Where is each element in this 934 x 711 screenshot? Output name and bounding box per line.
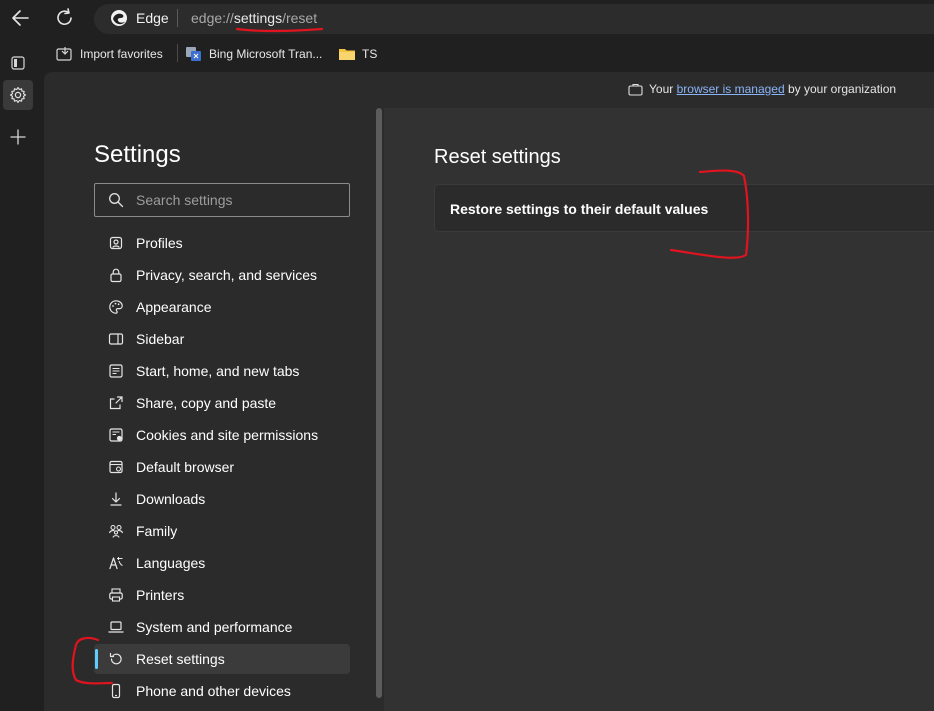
cookies-icon [94, 420, 136, 450]
browser-managed-link[interactable]: browser is managed [677, 82, 785, 96]
sidebar-item-reset-settings[interactable]: Reset settings [94, 644, 350, 674]
sidebar-item-appearance[interactable]: Appearance [94, 292, 350, 322]
lock-icon [94, 260, 136, 290]
briefcase-icon [628, 83, 643, 96]
sidebar-item-cookies-and-site-permissions[interactable]: Cookies and site permissions [94, 420, 350, 450]
back-arrow-icon [12, 10, 29, 26]
new-tab-button[interactable] [3, 122, 33, 152]
refresh-button[interactable] [50, 4, 80, 32]
settings-title: Settings [94, 141, 181, 168]
managed-suffix: by your organization [788, 82, 897, 96]
sidebar-item-label: Printers [136, 587, 185, 603]
laptop-icon [94, 612, 136, 642]
settings-tab[interactable] [3, 80, 33, 110]
sidebar-icon [94, 324, 136, 354]
sidebar-item-label: Share, copy and paste [136, 395, 277, 411]
url-text[interactable]: edge://settings/reset [191, 10, 317, 26]
managed-prefix: Your [649, 82, 674, 96]
back-button[interactable] [6, 4, 36, 32]
page-title: Reset settings [434, 146, 561, 168]
sidebar-item-label: Profiles [136, 235, 183, 251]
reset-icon [94, 644, 136, 674]
sidebar-item-label: Reset settings [136, 651, 225, 667]
folder-icon [339, 49, 355, 60]
tab-actions-button[interactable] [3, 48, 33, 78]
sidebar-item-label: Family [136, 523, 178, 539]
sidebar-item-start-home-and-new-tabs[interactable]: Start, home, and new tabs [94, 356, 350, 386]
vertical-tab-strip [0, 38, 44, 711]
search-input[interactable] [134, 186, 343, 214]
browser-name: Edge [136, 10, 169, 26]
active-indicator [95, 649, 98, 669]
sidebar-item-label: Appearance [136, 299, 212, 315]
sidebar-item-default-browser[interactable]: Default browser [94, 452, 350, 482]
sidebar-item-label: Cookies and site permissions [136, 427, 319, 443]
sidebar-item-label: Sidebar [136, 331, 185, 347]
address-separator [177, 9, 178, 27]
favorite-label: Bing Microsoft Tran... [209, 47, 323, 61]
plus-icon [10, 129, 26, 145]
url-prefix: edge:// [191, 10, 234, 26]
sidebar-item-sidebar[interactable]: Sidebar [94, 324, 350, 354]
edge-logo-icon [110, 9, 128, 27]
tab-actions-icon [11, 56, 25, 70]
favorite-bing-translator[interactable]: Bing Microsoft Tran... [185, 44, 322, 64]
sidebar-item-downloads[interactable]: Downloads [94, 484, 350, 514]
palette-icon [94, 292, 136, 322]
sidebar-item-family[interactable]: Family [94, 516, 350, 546]
favorite-label: Import favorites [80, 47, 163, 61]
sidebar-item-system-and-performance[interactable]: System and performance [94, 612, 350, 642]
url-path: /reset [282, 10, 318, 26]
sidebar-item-label: Default browser [136, 459, 235, 475]
restore-defaults-label: Restore settings to their default values [450, 201, 709, 217]
url-host: settings [233, 10, 283, 26]
favorite-label: TS [362, 47, 378, 61]
sidebar-item-languages[interactable]: Languages [94, 548, 350, 578]
sidebar-item-label: Privacy, search, and services [136, 267, 318, 283]
sidebar-item-label: Downloads [136, 491, 206, 507]
sidebar-item-phone-and-other-devices[interactable]: Phone and other devices [94, 676, 350, 706]
download-icon [94, 484, 136, 514]
search-icon [108, 192, 124, 208]
sidebar-item-printers[interactable]: Printers [94, 580, 350, 610]
sidebar-scrollbar-thumb[interactable] [376, 108, 382, 698]
sidebar-item-share-copy-and-paste[interactable]: Share, copy and paste [94, 388, 350, 418]
profiles-icon [94, 228, 136, 258]
family-icon [94, 516, 136, 546]
default-browser-icon [94, 452, 136, 482]
sidebar-item-privacy-search-and-services[interactable]: Privacy, search, and services [94, 260, 350, 290]
import-favorites-icon [56, 47, 72, 61]
favorites-divider [177, 44, 178, 62]
favorite-folder-ts[interactable]: TS [338, 44, 377, 64]
managed-notice: Your browser is managed by your organiza… [628, 82, 896, 96]
sidebar-item-label: Phone and other devices [136, 683, 291, 699]
phone-icon [94, 676, 136, 706]
favorite-import[interactable]: Import favorites [56, 44, 163, 64]
share-icon [94, 388, 136, 418]
home-tabs-icon [94, 356, 136, 386]
languages-icon [94, 548, 136, 578]
printer-icon [94, 580, 136, 610]
sidebar-item-label: System and performance [136, 619, 293, 635]
sidebar-item-profiles[interactable]: Profiles [94, 228, 350, 258]
bing-translator-icon [186, 47, 201, 61]
refresh-icon [57, 8, 72, 26]
sidebar-item-label: Start, home, and new tabs [136, 363, 300, 379]
sidebar-item-label: Languages [136, 555, 206, 571]
gear-icon [9, 86, 27, 104]
